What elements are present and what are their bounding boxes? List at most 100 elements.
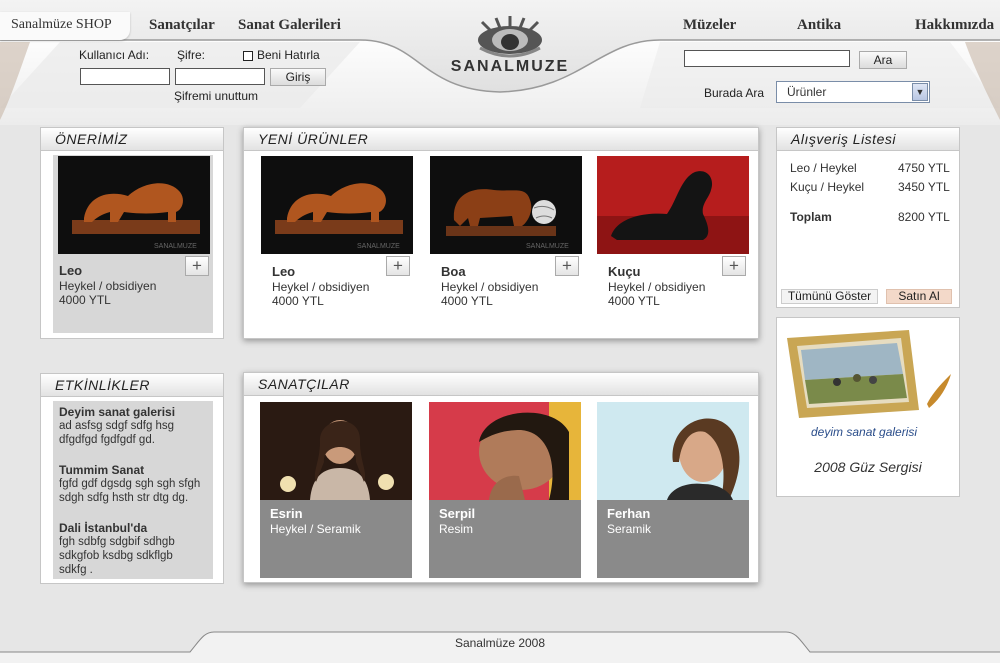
event-line: ad asfsg sdgf sdfg hsg [59,420,175,432]
search-button[interactable]: Ara [859,51,907,69]
cart-panel: Alışveriş Listesi Leo / Heykel 4750 YTL … [776,127,960,308]
product-name: Kuçu [608,264,641,279]
artist-card[interactable]: Ferhan Seramik [597,402,749,578]
nav-museums[interactable]: Müzeler [683,17,736,34]
product-name: Leo [272,264,296,279]
cart-item-price: 3450 YTL [898,180,950,194]
remember-checkbox[interactable] [243,51,253,61]
artist-card[interactable]: Serpil Resim [429,402,581,578]
product-image[interactable]: SANALMUZE [261,156,413,254]
artist-field: Heykel / Seramik [270,522,361,536]
new-products-title: YENİ ÜRÜNLER [244,128,758,151]
product-watermark: SANALMUZE [357,243,400,250]
logo-text: SANALMUZE [450,58,570,75]
artist-name: Esrin [270,506,303,521]
new-products-panel: YENİ ÜRÜNLER SANALMUZE + Leo Heykel / ob… [243,127,759,339]
artist-name: Serpil [439,506,476,521]
promo-panel[interactable]: deyim sanat galerisi 2008 Güz Sergisi [776,317,960,497]
promo-painting[interactable]: deyim sanat galerisi [777,318,959,438]
username-label: Kullanıcı Adı: [79,48,150,62]
promo-caption[interactable]: 2008 Güz Sergisi [777,459,959,475]
cart-total-label: Toplam [790,210,832,224]
recommended-desc: Heykel / obsidiyen [59,279,157,293]
product-card[interactable]: SANALMUZE + Leo Heykel / obsidiyen 4000 … [261,156,413,333]
product-price: 4000 YTL [608,294,660,308]
nav-galleries[interactable]: Sanat Galerileri [238,17,341,34]
event-title[interactable]: Dali İstanbul'da [59,521,175,535]
site-logo[interactable]: SANALMUZE [440,8,580,78]
artist-photo[interactable] [429,402,581,500]
eye-logo-icon [478,16,542,58]
plus-icon[interactable]: + [185,256,209,276]
events-list: Deyim sanat galerisi ad asfsg sdgf sdfg … [53,401,213,579]
search-input[interactable] [684,50,850,67]
promo-brand: deyim sanat galerisi [811,425,917,438]
product-card[interactable]: SANALMUZE + Boa Heykel / obsidiyen 4000 … [430,156,582,333]
event-line: dfgdfgd fgdfgdf gd. [59,434,155,446]
events-panel: ETKİNLİKLER Deyim sanat galerisi ad asfs… [40,373,224,584]
cart-total-value: 8200 YTL [898,210,950,224]
nav-artists[interactable]: Sanatçılar [149,17,215,34]
nav-about[interactable]: Hakkımızda [915,17,994,34]
recommended-title: ÖNERİMİZ [41,128,223,151]
artist-name: Ferhan [607,506,651,521]
event-line: sdkfg . [59,564,93,576]
cart-item-name: Leo / Heykel [790,161,857,175]
search-scope-value: Ürünler [787,85,827,99]
cart-title: Alışveriş Listesi [777,128,959,151]
cart-item-name: Kuçu / Heykel [790,180,865,194]
plus-icon[interactable]: + [555,256,579,276]
event-item[interactable]: Dali İstanbul'da fgh sdbfg sdgbif sdhgb … [59,521,175,577]
chevron-down-icon[interactable]: ▼ [912,83,928,101]
search-scope-label: Burada Ara [704,86,765,100]
username-input[interactable] [80,68,170,85]
event-line: sdkgfob ksdbg sdkflgb [59,550,173,562]
artists-title: SANATÇILAR [244,373,758,396]
product-price: 4000 YTL [441,294,493,308]
show-all-button[interactable]: Tümünü Göster [781,289,878,304]
event-item[interactable]: Tummim Sanat fgfd gdf dgsdg sgh sgh sfgh… [59,463,200,505]
product-desc: Heykel / obsidiyen [272,280,370,294]
event-line: fgh sdbfg sdgbif sdhgb [59,536,175,548]
password-input[interactable] [175,68,265,85]
footer-text: Sanalmüze 2008 [454,636,546,650]
password-label: Şifre: [177,48,206,62]
recommended-card[interactable]: SANALMUZE + Leo Heykel / obsidiyen 4000 … [53,155,213,333]
event-item[interactable]: Deyim sanat galerisi ad asfsg sdgf sdfg … [59,405,175,447]
product-price: 4000 YTL [272,294,324,308]
event-title[interactable]: Tummim Sanat [59,463,200,477]
product-image[interactable] [597,156,749,254]
forgot-password-link[interactable]: Şifremi unuttum [174,89,258,103]
product-card[interactable]: + Kuçu Heykel / obsidiyen 4000 YTL [597,156,749,333]
product-name: Boa [441,264,466,279]
artist-photo[interactable] [597,402,749,500]
recommended-watermark: SANALMUZE [154,243,197,250]
recommended-image[interactable]: SANALMUZE [58,156,210,254]
plus-icon[interactable]: + [386,256,410,276]
recommended-price: 4000 YTL [59,293,111,307]
nav-antiques[interactable]: Antika [797,17,841,34]
artist-photo[interactable] [260,402,412,500]
artist-field: Seramik [607,522,652,536]
nav-shop[interactable]: Sanalmüze SHOP [11,17,112,33]
artist-field: Resim [439,522,474,536]
product-watermark: SANALMUZE [526,243,569,250]
search-scope-select[interactable]: Ürünler ▼ [776,81,930,103]
event-line: fgfd gdf dgsdg sgh sgh sfgh [59,478,201,490]
cart-item-price: 4750 YTL [898,161,950,175]
remember-label: Beni Hatırla [257,48,320,62]
artist-card[interactable]: Esrin Heykel / Seramik [260,402,412,578]
product-image[interactable]: SANALMUZE [430,156,582,254]
plus-icon[interactable]: + [722,256,746,276]
events-title: ETKİNLİKLER [41,374,223,397]
recommended-panel: ÖNERİMİZ SANALMUZE + Leo Heykel / obsidi… [40,127,224,339]
product-desc: Heykel / obsidiyen [441,280,539,294]
site-header: Sanalmüze SHOP Sanatçılar Sanat Galerile… [0,0,1000,125]
recommended-name: Leo [59,263,83,278]
event-title[interactable]: Deyim sanat galerisi [59,405,175,419]
login-button[interactable]: Giriş [270,68,326,86]
event-line: sdgh sdfg hsth str dtg dg. [59,492,189,504]
buy-button[interactable]: Satın Al [886,289,952,304]
artists-panel: SANATÇILAR Esrin Heykel / Seramik Serpil… [243,372,759,583]
product-desc: Heykel / obsidiyen [608,280,706,294]
